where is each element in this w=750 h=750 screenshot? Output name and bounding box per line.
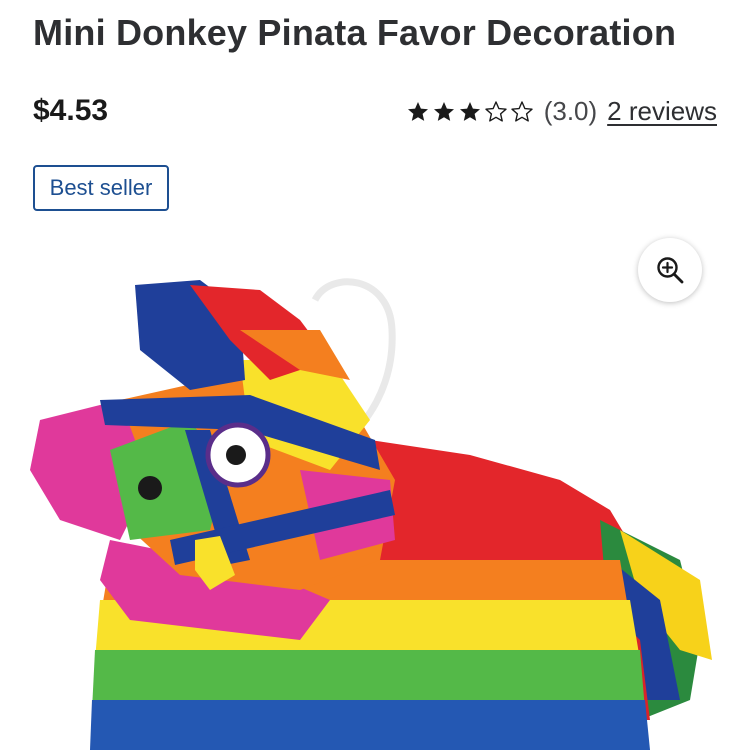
star-filled-icon	[432, 100, 456, 124]
rating-summary: (3.0) 2 reviews	[406, 96, 717, 127]
reviews-link[interactable]: 2 reviews	[607, 96, 717, 127]
star-filled-icon	[406, 100, 430, 124]
star-outline-icon	[510, 100, 534, 124]
star-outline-icon	[484, 100, 508, 124]
product-price: $4.53	[33, 94, 109, 127]
product-title: Mini Donkey Pinata Favor Decoration	[33, 12, 677, 53]
product-image[interactable]	[0, 230, 750, 750]
rating-value: (3.0)	[543, 96, 598, 126]
rating-stars	[406, 100, 534, 124]
best-seller-badge: Best seller	[33, 165, 169, 211]
zoom-button[interactable]	[638, 238, 702, 302]
star-filled-icon	[458, 100, 482, 124]
zoom-in-icon	[657, 257, 684, 284]
